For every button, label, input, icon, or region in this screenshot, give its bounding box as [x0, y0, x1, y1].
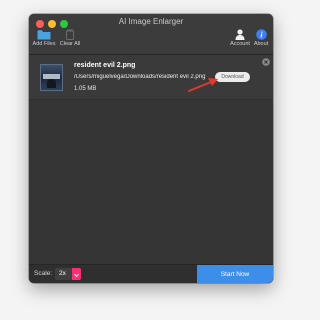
- app-window: AI Image Enlarger Add Files Clear All Ac…: [29, 14, 273, 283]
- chevron-down-icon: [74, 273, 79, 278]
- file-name: resident evil 2.png: [74, 62, 136, 69]
- add-files-label: Add Files: [32, 41, 56, 47]
- about-label: About: [253, 41, 269, 47]
- folder-icon: [37, 30, 51, 40]
- file-thumbnail: [40, 64, 63, 91]
- trash-icon: [66, 29, 74, 40]
- dropdown-arrow[interactable]: [72, 268, 81, 280]
- about-button[interactable]: i About: [251, 29, 271, 47]
- title-bar: AI Image Enlarger Add Files Clear All Ac…: [29, 14, 273, 55]
- start-now-button[interactable]: Start Now: [197, 265, 273, 283]
- person-icon: [235, 29, 245, 40]
- scale-select[interactable]: 2x: [55, 268, 81, 280]
- add-files-button[interactable]: Add Files: [32, 29, 56, 47]
- annotation-arrow-icon: [188, 78, 218, 92]
- account-button[interactable]: Account: [228, 29, 252, 47]
- scale-value: 2x: [59, 270, 66, 277]
- clear-all-button[interactable]: Clear All: [58, 29, 82, 47]
- info-icon: i: [255, 29, 267, 40]
- file-row[interactable]: resident evil 2.png /Users/miguelvega/Do…: [29, 55, 273, 100]
- clear-all-label: Clear All: [59, 41, 81, 47]
- scale-label: Scale:: [34, 270, 53, 277]
- file-size: 1.05 MB: [74, 86, 97, 92]
- file-list: resident evil 2.png /Users/miguelvega/Do…: [29, 55, 273, 262]
- window-title: AI Image Enlarger: [118, 17, 184, 26]
- bottom-bar: Scale: 2x Start Now: [29, 264, 273, 283]
- account-label: Account: [230, 41, 250, 47]
- remove-file-icon[interactable]: [262, 58, 270, 66]
